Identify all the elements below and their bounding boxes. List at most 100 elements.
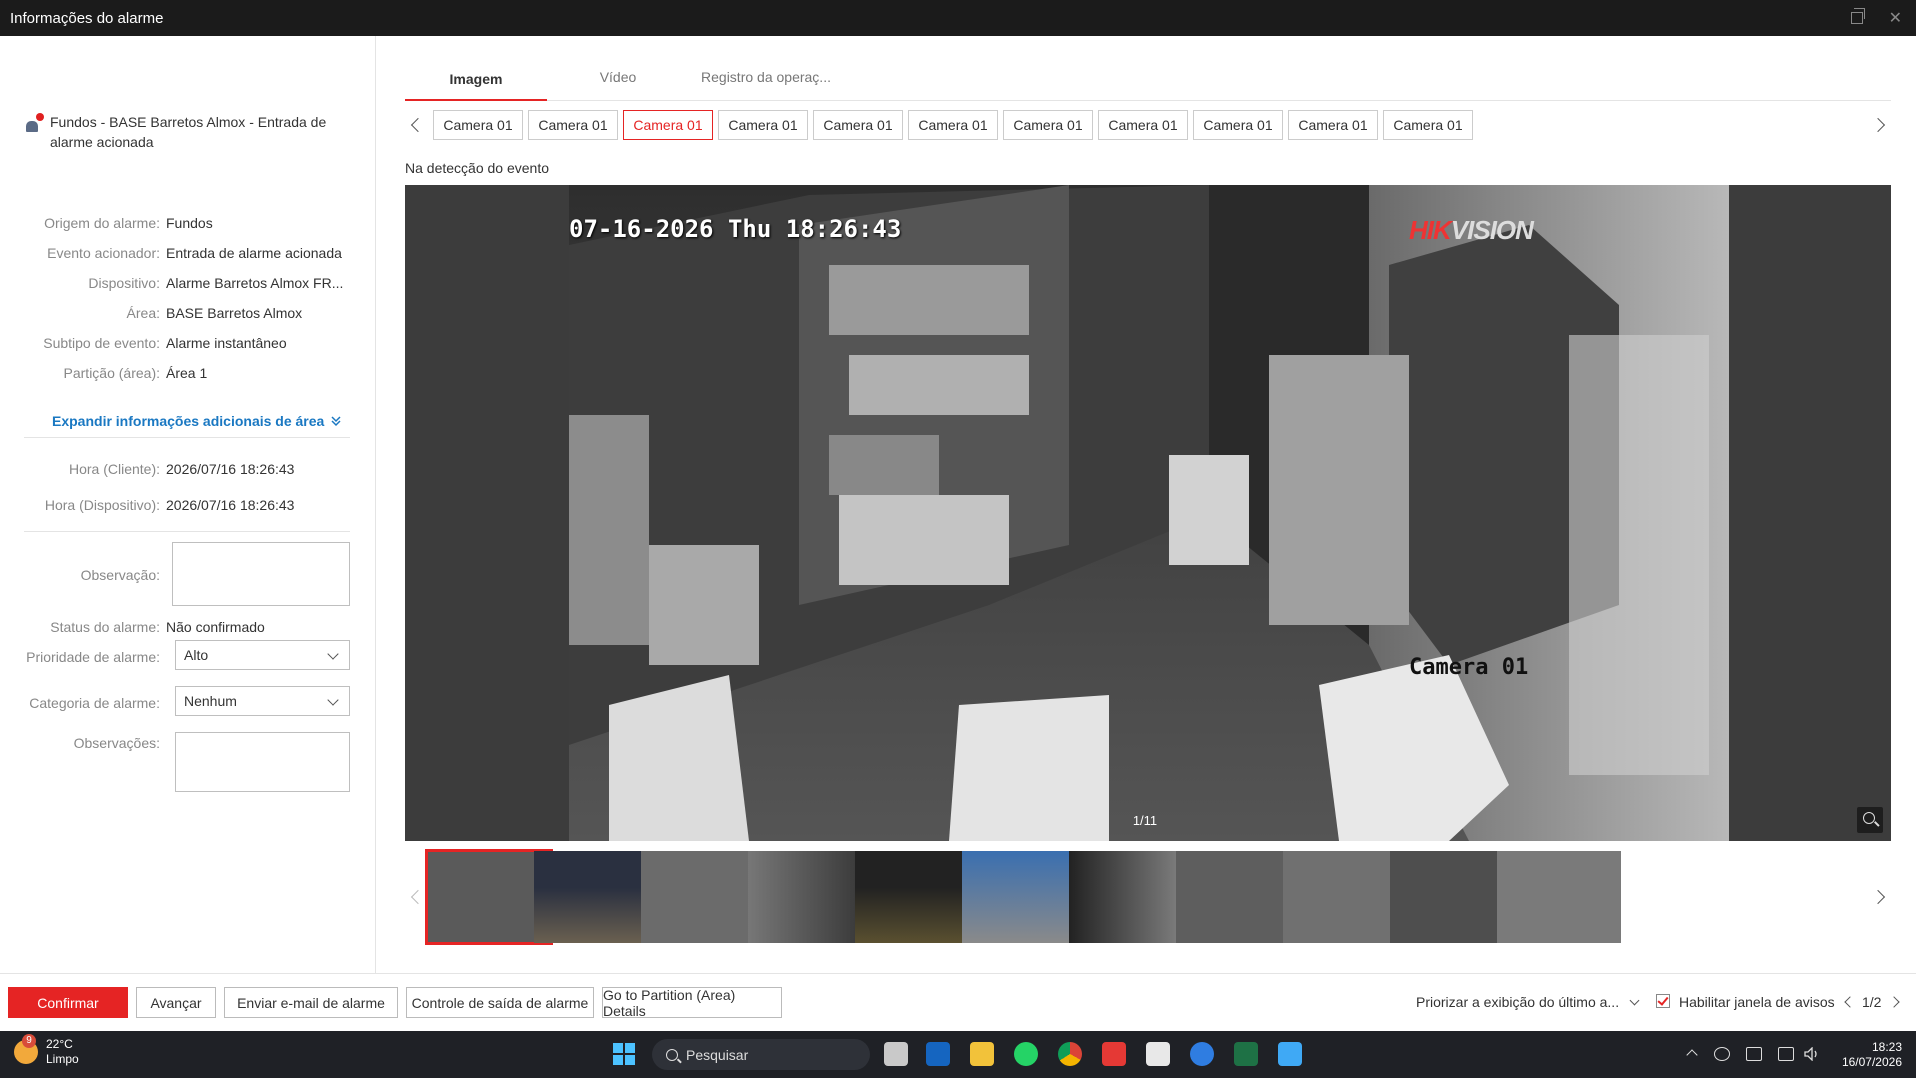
page-indicator: 1/2	[1862, 994, 1882, 1010]
zoom-in-icon[interactable]	[1857, 807, 1883, 833]
priority-display-select[interactable]: Priorizar a exibição do último a...	[1416, 994, 1640, 1010]
image-counter: 1/11	[1132, 813, 1158, 828]
expand-area-info-link[interactable]: Expandir informações adicionais de área	[52, 413, 342, 429]
alarm-info-panel: Fundos - BASE Barretos Almox - Entrada d…	[0, 36, 376, 973]
app-icon[interactable]	[1102, 1042, 1126, 1066]
tab-operation-log[interactable]: Registro da operaç...	[689, 60, 843, 101]
divider	[24, 531, 350, 532]
excel-icon[interactable]	[1234, 1042, 1258, 1066]
chevron-left-icon[interactable]	[410, 889, 426, 905]
camera-button[interactable]: Camera 01	[1383, 110, 1473, 140]
camera-brand-logo: HIKVISION	[1409, 215, 1534, 245]
alarm-output-control-button[interactable]: Controle de saída de alarme	[406, 987, 594, 1018]
outlook-icon[interactable]	[926, 1042, 950, 1066]
taskbar-search[interactable]: Pesquisar	[652, 1039, 870, 1070]
camera-button[interactable]: Camera 01	[813, 110, 903, 140]
chevron-right-icon[interactable]	[1870, 117, 1886, 133]
weather-widget[interactable]: 9 22°C Limpo	[14, 1034, 79, 1067]
detail-origin: Origem do alarme: Fundos	[44, 215, 213, 231]
osd-timestamp: 07-16-2026 Thu 18:26:43	[569, 215, 902, 243]
chevron-left-icon[interactable]	[410, 117, 426, 133]
detail-device: Dispositivo: Alarme Barretos Almox FR...	[88, 275, 344, 291]
whatsapp-icon[interactable]	[1014, 1042, 1038, 1066]
media-tabs: Imagem Vídeo Registro da operaç...	[405, 60, 1891, 101]
double-chevron-down-icon	[331, 416, 341, 427]
thumbnail[interactable]	[1390, 851, 1514, 943]
category-select[interactable]: Nenhum	[175, 686, 350, 716]
event-capture-label: Na detecção do evento	[405, 160, 549, 176]
chevron-down-icon	[327, 694, 339, 706]
chevron-left-icon[interactable]	[1844, 996, 1856, 1008]
thumbnail[interactable]	[1176, 851, 1300, 943]
weather-icon: 9	[14, 1034, 38, 1064]
camera-snapshot: 07-16-2026 Thu 18:26:43 HIKVISION Camera…	[569, 185, 1729, 841]
camera-button[interactable]: Camera 01	[433, 110, 523, 140]
sync-icon[interactable]	[1714, 1047, 1730, 1061]
detail-trigger-event: Evento acionador: Entrada de alarme acion…	[47, 245, 342, 261]
confirm-button[interactable]: Confirmar	[8, 987, 128, 1018]
chrome-icon[interactable]	[1058, 1042, 1082, 1066]
alarm-status-value: Não confirmado	[166, 619, 265, 635]
send-email-button[interactable]: Enviar e-mail de alarme	[224, 987, 398, 1018]
next-button[interactable]: Avançar	[136, 987, 216, 1018]
alarm-icon	[26, 113, 44, 132]
thumbnail-strip	[405, 848, 1891, 945]
camera-selector: Camera 01 Camera 01 Camera 01 Camera 01 …	[405, 110, 1891, 140]
priority-select[interactable]: Alto	[175, 640, 350, 670]
thumbnail[interactable]	[534, 851, 658, 943]
app-icon[interactable]	[1190, 1042, 1214, 1066]
os-taskbar: 9 22°C Limpo Pesquisar 18:23 16/07/2026	[0, 1031, 1916, 1078]
detail-area: Área: BASE Barretos Almox	[126, 305, 303, 321]
window-titlebar: Informações do alarme ✕	[0, 0, 1916, 36]
time-device: Hora (Dispositivo): 2026/07/16 18:26:43	[44, 497, 295, 513]
app-icon[interactable]	[1146, 1042, 1170, 1066]
camera-button[interactable]: Camera 01	[1288, 110, 1378, 140]
thumbnail[interactable]	[748, 851, 872, 943]
thumbnail[interactable]	[1497, 851, 1621, 943]
display-icon[interactable]	[1778, 1047, 1794, 1061]
enable-popup-checkbox[interactable]	[1656, 994, 1670, 1008]
task-view-icon[interactable]	[884, 1042, 908, 1066]
notepad-icon[interactable]	[1278, 1042, 1302, 1066]
chevron-down-icon	[327, 648, 339, 660]
camera-button[interactable]: Camera 01	[718, 110, 808, 140]
alarm-title: Fundos - BASE Barretos Almox - Entrada d…	[50, 114, 327, 150]
chevron-right-icon[interactable]	[1870, 889, 1886, 905]
chevron-down-icon	[1629, 995, 1640, 1006]
camera-button[interactable]: Camera 01	[1193, 110, 1283, 140]
notes-input[interactable]	[175, 732, 350, 792]
volume-icon[interactable]	[1804, 1046, 1820, 1062]
file-explorer-icon[interactable]	[970, 1042, 994, 1066]
tab-image[interactable]: Imagem	[405, 60, 547, 101]
camera-button[interactable]: Camera 01	[1098, 110, 1188, 140]
partition-details-button[interactable]: Go to Partition (Area) Details	[602, 987, 782, 1019]
thumbnail[interactable]	[1283, 851, 1407, 943]
network-icon[interactable]	[1746, 1047, 1762, 1061]
thumbnail[interactable]	[425, 849, 553, 945]
alarm-header: Fundos - BASE Barretos Almox - Entrada d…	[26, 112, 346, 152]
restore-icon[interactable]	[1850, 8, 1865, 24]
detail-partition: Partição (área): Área 1	[63, 365, 208, 381]
tab-video[interactable]: Vídeo	[547, 60, 689, 101]
image-viewer[interactable]: 07-16-2026 Thu 18:26:43 HIKVISION Camera…	[405, 185, 1891, 841]
thumbnail[interactable]	[641, 851, 765, 943]
camera-button[interactable]: Camera 01	[1003, 110, 1093, 140]
window-title: Informações do alarme	[10, 9, 164, 27]
thumbnail[interactable]	[855, 851, 979, 943]
thumbnail[interactable]	[1069, 851, 1193, 943]
osd-camera-name: Camera 01	[1409, 655, 1529, 680]
chevron-right-icon[interactable]	[1888, 996, 1900, 1008]
start-button[interactable]	[612, 1042, 636, 1066]
snapshot-scene	[569, 185, 1729, 841]
close-icon[interactable]: ✕	[1889, 8, 1902, 28]
search-icon	[666, 1048, 678, 1061]
observation-input[interactable]	[172, 542, 350, 606]
thumbnail[interactable]	[962, 851, 1086, 943]
media-panel: Imagem Vídeo Registro da operaç... Camer…	[377, 36, 1916, 973]
camera-button[interactable]: Camera 01	[528, 110, 618, 140]
action-bar: Confirmar Avançar Enviar e-mail de alarm…	[0, 973, 1916, 1031]
system-clock[interactable]: 18:23 16/07/2026	[1842, 1040, 1902, 1070]
camera-button[interactable]: Camera 01	[908, 110, 998, 140]
camera-button-selected[interactable]: Camera 01	[623, 110, 713, 140]
chevron-up-icon[interactable]	[1686, 1049, 1698, 1061]
